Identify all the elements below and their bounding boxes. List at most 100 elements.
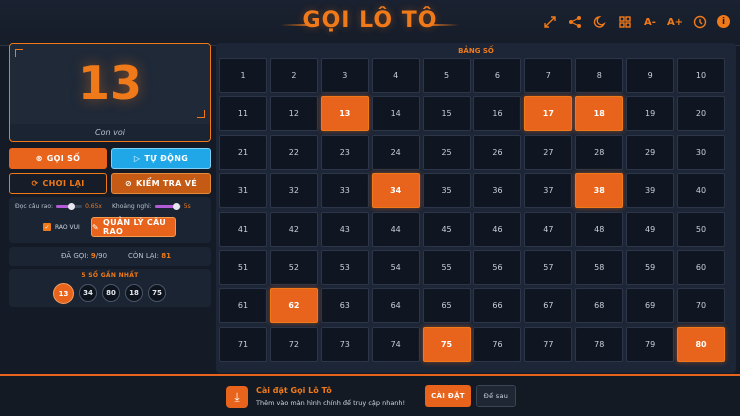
board-cell[interactable]: 65 bbox=[422, 288, 471, 324]
later-button[interactable]: Để sau bbox=[476, 385, 516, 407]
board-cell[interactable]: 3 bbox=[320, 58, 369, 93]
board-cell[interactable]: 11 bbox=[219, 96, 267, 132]
info-icon[interactable]: i bbox=[717, 15, 730, 28]
board-cell[interactable]: 34 bbox=[371, 173, 420, 209]
board-cell[interactable]: 33 bbox=[320, 173, 369, 209]
reset-game-button[interactable]: ⟳ CHƠI LẠI bbox=[9, 173, 107, 194]
board-cell[interactable]: 52 bbox=[269, 249, 318, 285]
auto-play-button[interactable]: ▷ TỰ ĐỘNG bbox=[111, 148, 211, 169]
board-cell[interactable]: 7 bbox=[524, 58, 573, 93]
board-cell[interactable]: 60 bbox=[677, 249, 726, 285]
board-cell[interactable]: 19 bbox=[626, 96, 675, 132]
board-cell[interactable]: 27 bbox=[524, 134, 573, 170]
board-cell[interactable]: 24 bbox=[371, 134, 420, 170]
board-cell[interactable]: 8 bbox=[575, 58, 624, 93]
board-cell[interactable]: 76 bbox=[473, 326, 522, 362]
board-cell[interactable]: 51 bbox=[219, 249, 267, 285]
board-cell[interactable]: 13 bbox=[320, 96, 369, 132]
board-cell[interactable]: 35 bbox=[422, 173, 471, 209]
board-cell[interactable]: 40 bbox=[677, 173, 726, 209]
board-cell[interactable]: 54 bbox=[371, 249, 420, 285]
interval-slider[interactable] bbox=[154, 203, 181, 210]
speed-slider-handle[interactable] bbox=[68, 203, 76, 210]
board-cell[interactable]: 69 bbox=[626, 288, 675, 324]
expand-icon[interactable] bbox=[542, 14, 558, 30]
board-cell[interactable]: 5 bbox=[422, 58, 471, 93]
board-cell[interactable]: 28 bbox=[575, 134, 624, 170]
board-cell[interactable]: 37 bbox=[524, 173, 573, 209]
board-cell[interactable]: 26 bbox=[473, 134, 522, 170]
board-cell[interactable]: 77 bbox=[524, 326, 573, 362]
board-cell[interactable]: 71 bbox=[219, 326, 267, 362]
board-cell[interactable]: 58 bbox=[575, 249, 624, 285]
board-cell[interactable]: 15 bbox=[422, 96, 471, 132]
board-cell[interactable]: 70 bbox=[677, 288, 726, 324]
share-icon[interactable] bbox=[567, 14, 583, 30]
board-cell[interactable]: 59 bbox=[626, 249, 675, 285]
board-cell[interactable]: 48 bbox=[575, 211, 624, 247]
board-cell[interactable]: 79 bbox=[626, 326, 675, 362]
board-cell[interactable]: 47 bbox=[524, 211, 573, 247]
board-cell[interactable]: 30 bbox=[677, 134, 726, 170]
board-cell[interactable]: 45 bbox=[422, 211, 471, 247]
board-cell[interactable]: 25 bbox=[422, 134, 471, 170]
board-cell[interactable]: 61 bbox=[219, 288, 267, 324]
install-button[interactable]: CÀI ĐẶT bbox=[425, 385, 471, 407]
board-cell[interactable]: 39 bbox=[626, 173, 675, 209]
board-cell[interactable]: 36 bbox=[473, 173, 522, 209]
board-cell[interactable]: 16 bbox=[473, 96, 522, 132]
board-cell[interactable]: 44 bbox=[371, 211, 420, 247]
board-cell[interactable]: 2 bbox=[269, 58, 318, 93]
board-cell[interactable]: 50 bbox=[677, 211, 726, 247]
board-cell[interactable]: 67 bbox=[524, 288, 573, 324]
board-cell[interactable]: 32 bbox=[269, 173, 318, 209]
speed-slider[interactable] bbox=[56, 203, 83, 210]
board-cell[interactable]: 18 bbox=[575, 96, 624, 132]
board-cell[interactable]: 64 bbox=[371, 288, 420, 324]
board-cell[interactable]: 29 bbox=[626, 134, 675, 170]
board-cell[interactable]: 38 bbox=[575, 173, 624, 209]
checkbox-checked-icon[interactable]: ✓ bbox=[43, 223, 51, 231]
board-cell[interactable]: 53 bbox=[320, 249, 369, 285]
check-ticket-button[interactable]: ⊘ KIỂM TRA VÉ bbox=[111, 173, 211, 194]
board-cell[interactable]: 55 bbox=[422, 249, 471, 285]
board-cell[interactable]: 12 bbox=[269, 96, 318, 132]
board-cell[interactable]: 4 bbox=[371, 58, 420, 93]
board-cell[interactable]: 42 bbox=[269, 211, 318, 247]
manage-calls-button[interactable]: ✎ QUẢN LÝ CÂU RAO bbox=[91, 217, 176, 237]
board-cell[interactable]: 43 bbox=[320, 211, 369, 247]
board-cell[interactable]: 41 bbox=[219, 211, 267, 247]
font-decrease-icon[interactable]: A- bbox=[642, 14, 658, 30]
board-cell[interactable]: 14 bbox=[371, 96, 420, 132]
font-increase-icon[interactable]: A+ bbox=[667, 14, 683, 30]
board-cell[interactable]: 72 bbox=[269, 326, 318, 362]
board-cell[interactable]: 63 bbox=[320, 288, 369, 324]
board-cell[interactable]: 62 bbox=[269, 288, 318, 324]
board-cell[interactable]: 68 bbox=[575, 288, 624, 324]
board-cell[interactable]: 46 bbox=[473, 211, 522, 247]
board-cell[interactable]: 75 bbox=[422, 326, 471, 362]
clock-icon[interactable] bbox=[692, 14, 708, 30]
call-number-button[interactable]: ⊗ GỌI SỐ bbox=[9, 148, 107, 169]
board-cell[interactable]: 9 bbox=[626, 58, 675, 93]
board-cell[interactable]: 80 bbox=[677, 326, 726, 362]
moon-icon[interactable] bbox=[592, 14, 608, 30]
interval-slider-handle[interactable] bbox=[173, 203, 181, 210]
board-cell[interactable]: 21 bbox=[219, 134, 267, 170]
board-cell[interactable]: 74 bbox=[371, 326, 420, 362]
grid-icon[interactable] bbox=[617, 14, 633, 30]
board-cell[interactable]: 66 bbox=[473, 288, 522, 324]
board-cell[interactable]: 49 bbox=[626, 211, 675, 247]
board-cell[interactable]: 1 bbox=[219, 58, 267, 93]
board-cell[interactable]: 23 bbox=[320, 134, 369, 170]
board-cell[interactable]: 20 bbox=[677, 96, 726, 132]
board-cell[interactable]: 17 bbox=[524, 96, 573, 132]
rao-vui-toggle[interactable]: ✓ RAO VUI bbox=[43, 223, 80, 231]
board-cell[interactable]: 57 bbox=[524, 249, 573, 285]
board-cell[interactable]: 56 bbox=[473, 249, 522, 285]
board-cell[interactable]: 31 bbox=[219, 173, 267, 209]
board-cell[interactable]: 73 bbox=[320, 326, 369, 362]
board-cell[interactable]: 10 bbox=[677, 58, 726, 93]
board-cell[interactable]: 6 bbox=[473, 58, 522, 93]
board-cell[interactable]: 78 bbox=[575, 326, 624, 362]
